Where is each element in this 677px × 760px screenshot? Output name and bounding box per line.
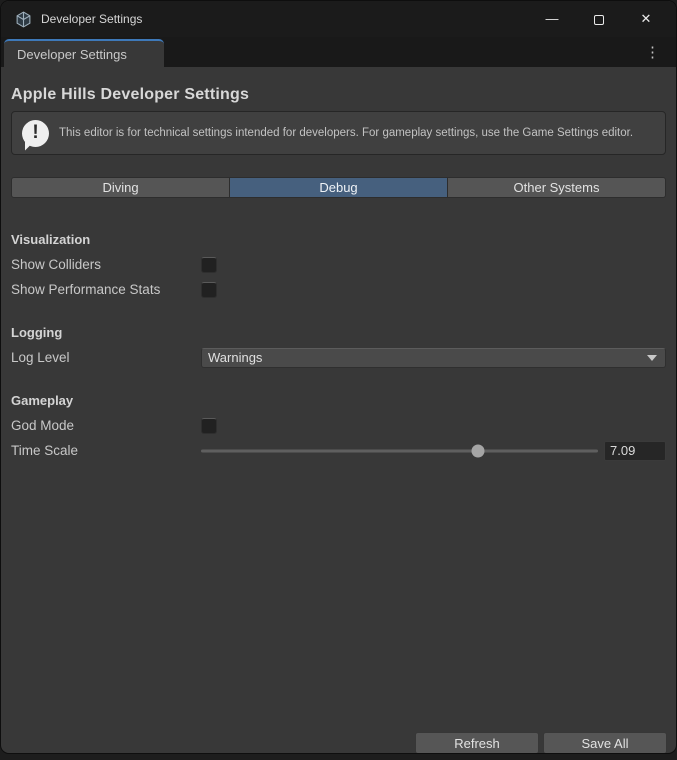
exclamation-glyph: ! — [32, 122, 38, 144]
section-gameplay: Gameplay God Mode Time Scale — [11, 390, 666, 463]
category-toolbar: Diving Debug Other Systems — [11, 177, 666, 198]
minimize-button[interactable]: — — [544, 1, 560, 37]
content-area: Apple Hills Developer Settings ! This ed… — [1, 67, 676, 754]
toolbar-tab-diving[interactable]: Diving — [11, 177, 230, 198]
slider-track[interactable] — [201, 449, 598, 452]
tab-label: Developer Settings — [17, 47, 127, 62]
row-show-colliders: Show Colliders — [11, 252, 666, 277]
log-level-label: Log Level — [11, 350, 201, 365]
show-performance-stats-checkbox[interactable] — [201, 282, 217, 298]
row-log-level: Log Level Warnings — [11, 345, 666, 370]
titlebar-left: Developer Settings — [15, 11, 142, 28]
tab-context-menu-button[interactable]: ⋮ — [639, 43, 666, 62]
refresh-button[interactable]: Refresh — [415, 732, 539, 754]
window-titlebar[interactable]: Developer Settings — ✕ — [1, 1, 676, 37]
developer-settings-window: Developer Settings — ✕ Developer Setting… — [0, 0, 677, 754]
slider-handle[interactable] — [471, 444, 484, 457]
kebab-menu-icon: ⋮ — [645, 44, 660, 61]
section-title-visualization: Visualization — [11, 229, 666, 249]
footer-buttons: Refresh Save All — [415, 732, 667, 754]
chevron-down-icon — [647, 355, 657, 361]
tab-developer-settings[interactable]: Developer Settings — [4, 39, 164, 67]
row-god-mode: God Mode — [11, 413, 666, 438]
editor-tab-bar: Developer Settings ⋮ — [1, 37, 676, 67]
row-show-performance-stats: Show Performance Stats — [11, 277, 666, 302]
toolbar-tab-debug[interactable]: Debug — [230, 177, 448, 198]
unity-logo-icon — [15, 11, 32, 28]
maximize-button[interactable] — [591, 1, 607, 37]
log-level-dropdown[interactable]: Warnings — [201, 348, 666, 368]
maximize-icon — [594, 15, 604, 25]
god-mode-label: God Mode — [11, 418, 201, 433]
show-colliders-checkbox[interactable] — [201, 257, 217, 273]
time-scale-label: Time Scale — [11, 443, 201, 458]
window-title: Developer Settings — [41, 12, 142, 26]
help-box: ! This editor is for technical settings … — [11, 111, 666, 155]
help-box-text: This editor is for technical settings in… — [59, 125, 639, 141]
close-button[interactable]: ✕ — [638, 1, 654, 37]
time-scale-value-field[interactable] — [604, 441, 666, 461]
row-time-scale: Time Scale — [11, 438, 666, 463]
page-title: Apple Hills Developer Settings — [11, 67, 666, 104]
god-mode-checkbox[interactable] — [201, 418, 217, 434]
show-performance-stats-label: Show Performance Stats — [11, 282, 201, 297]
time-scale-slider[interactable] — [201, 438, 598, 463]
show-colliders-label: Show Colliders — [11, 257, 201, 272]
section-visualization: Visualization Show Colliders Show Perfor… — [11, 229, 666, 302]
section-title-logging: Logging — [11, 322, 666, 342]
section-title-gameplay: Gameplay — [11, 390, 666, 410]
section-logging: Logging Log Level Warnings — [11, 322, 666, 370]
toolbar-tab-other-systems[interactable]: Other Systems — [448, 177, 666, 198]
save-all-button[interactable]: Save All — [543, 732, 667, 754]
info-icon: ! — [22, 120, 49, 147]
window-controls: — ✕ — [544, 1, 654, 37]
log-level-value: Warnings — [208, 350, 262, 365]
